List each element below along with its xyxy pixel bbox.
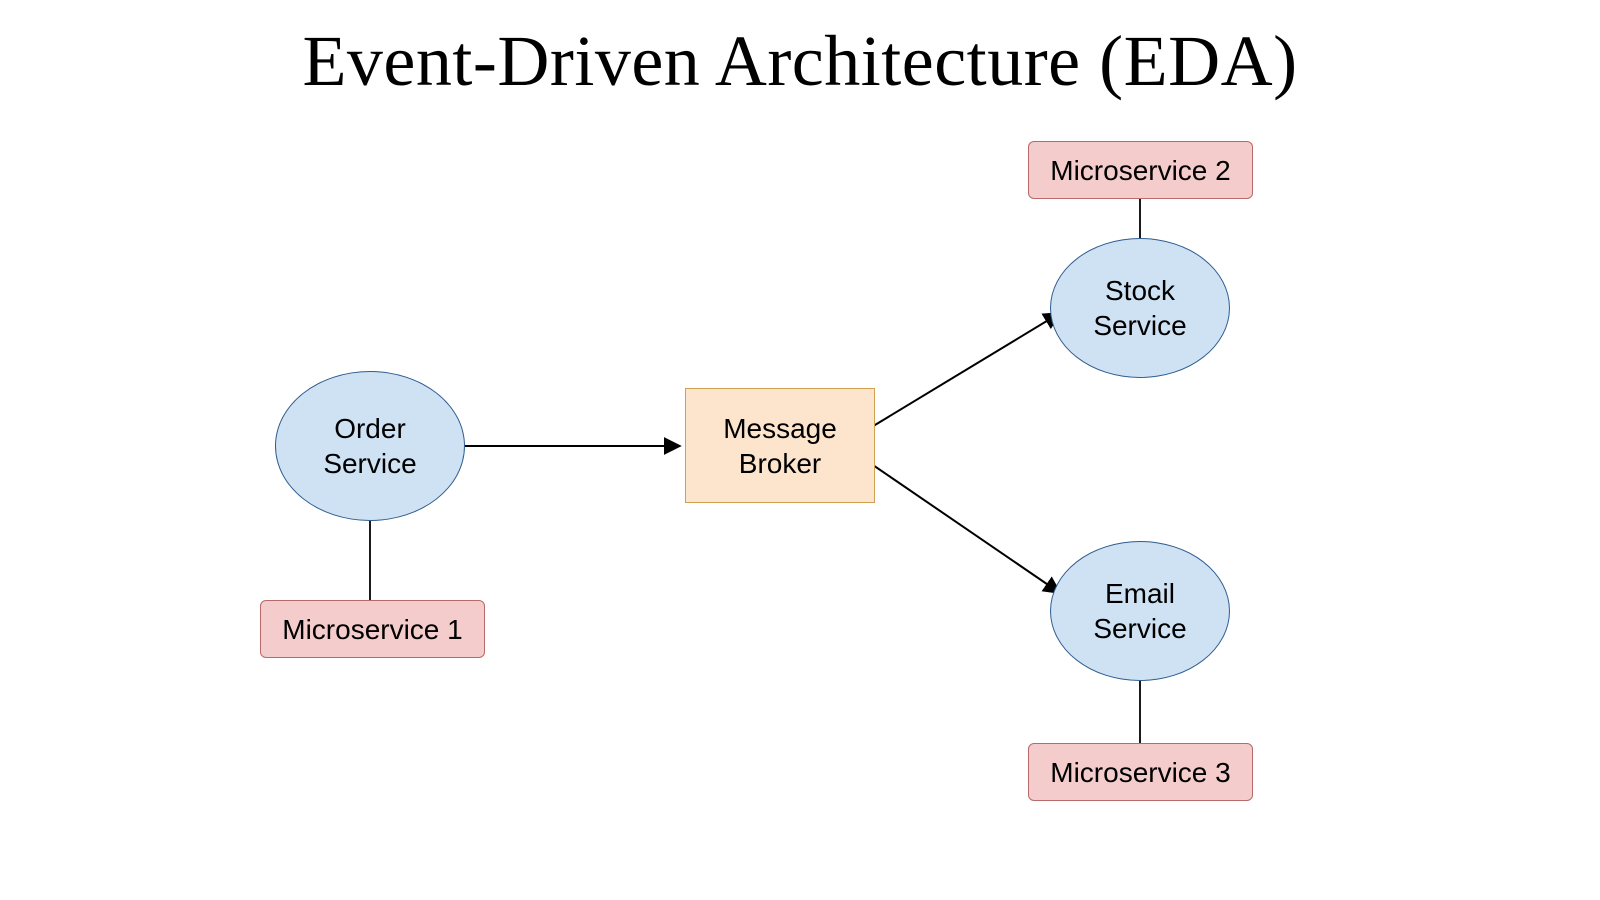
arrow-broker-to-stock xyxy=(870,313,1060,428)
node-microservice-1-label: Microservice 1 xyxy=(282,612,462,647)
node-order-service: OrderService xyxy=(275,371,465,521)
node-email-service: EmailService xyxy=(1050,541,1230,681)
diagram-canvas: OrderService MessageBroker StockService … xyxy=(0,103,1600,883)
node-microservice-1: Microservice 1 xyxy=(260,600,485,658)
node-microservice-3: Microservice 3 xyxy=(1028,743,1253,801)
node-message-broker: MessageBroker xyxy=(685,388,875,503)
node-stock-service-label: StockService xyxy=(1093,273,1186,343)
node-order-service-label: OrderService xyxy=(323,411,416,481)
node-message-broker-label: MessageBroker xyxy=(723,411,837,481)
arrow-broker-to-email xyxy=(870,463,1060,593)
diagram-title: Event-Driven Architecture (EDA) xyxy=(0,20,1600,103)
node-microservice-3-label: Microservice 3 xyxy=(1050,755,1230,790)
node-stock-service: StockService xyxy=(1050,238,1230,378)
node-microservice-2: Microservice 2 xyxy=(1028,141,1253,199)
node-email-service-label: EmailService xyxy=(1093,576,1186,646)
node-microservice-2-label: Microservice 2 xyxy=(1050,153,1230,188)
